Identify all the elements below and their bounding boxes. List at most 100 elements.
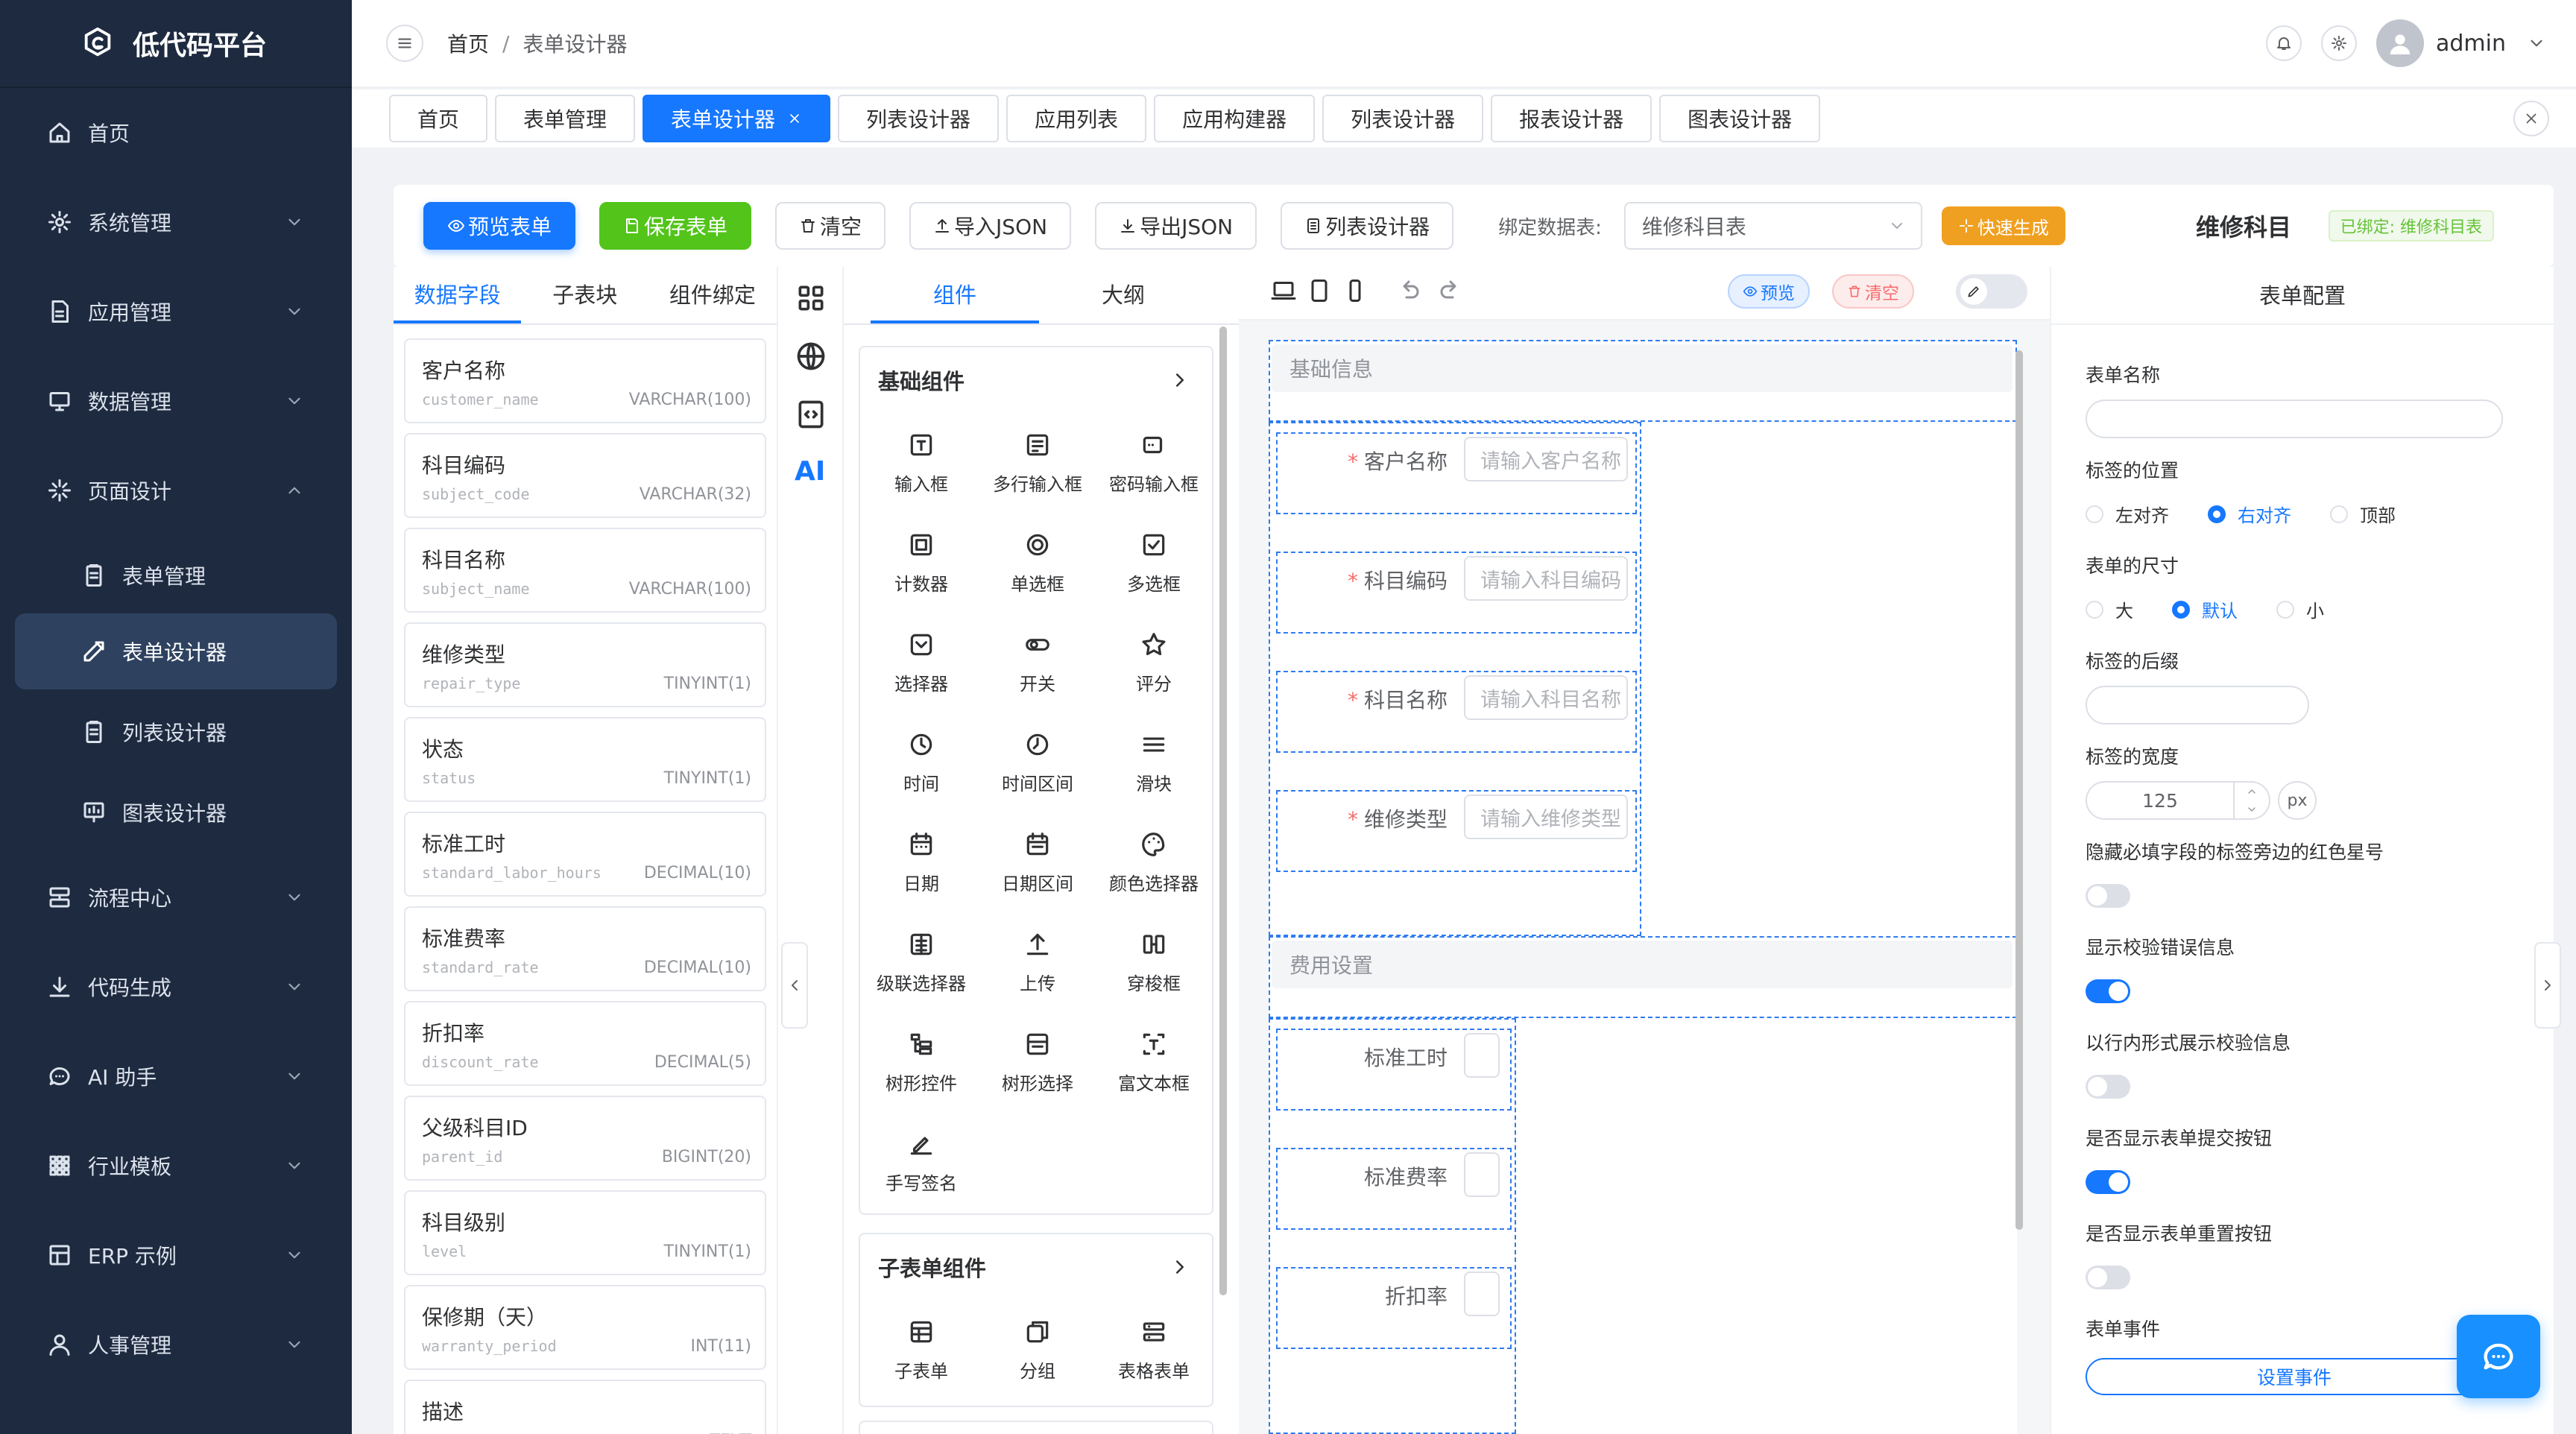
form-item-input[interactable]: 请输入维修类型 — [1464, 795, 1628, 839]
radio-top-align[interactable]: 顶部 — [2330, 501, 2396, 527]
component-item[interactable]: 子表单 — [863, 1300, 979, 1400]
component-item[interactable]: 树形控件 — [863, 1012, 979, 1112]
show-reset-switch[interactable] — [2086, 1266, 2130, 1289]
nav-workflow[interactable]: 流程中心 — [0, 853, 352, 942]
close-icon[interactable] — [787, 111, 802, 126]
redo-icon[interactable] — [1437, 277, 1464, 304]
stepper-arrows[interactable] — [2233, 783, 2269, 818]
component-item[interactable]: 计数器 — [863, 513, 979, 613]
radio-left-align[interactable]: 左对齐 — [2086, 501, 2169, 527]
nav-codegen[interactable]: 代码生成 — [0, 942, 352, 1032]
preview-form-button[interactable]: 预览表单 — [423, 202, 576, 250]
component-item[interactable]: 多行输入框 — [979, 413, 1096, 513]
chevron-down-icon[interactable] — [2235, 800, 2269, 818]
nav-erp[interactable]: ERP 示例 — [0, 1210, 352, 1300]
tab-data-fields[interactable]: 数据字段 — [394, 267, 522, 323]
theme-toggle[interactable] — [1956, 274, 2027, 309]
tab-item[interactable]: 首页 — [389, 95, 488, 142]
field-card[interactable]: 标准工时 standard_labor_hours DECIMAL(10) — [404, 812, 766, 897]
tab-components[interactable]: 组件 — [871, 267, 1039, 323]
tab-subtable-blocks[interactable]: 子表块 — [521, 267, 648, 323]
inline-error-switch[interactable] — [2086, 1075, 2130, 1099]
chat-assistant-button[interactable] — [2457, 1315, 2540, 1398]
component-item[interactable]: 富文本框 — [1096, 1012, 1212, 1112]
nav-system[interactable]: 系统管理 — [0, 177, 352, 267]
nav-apps[interactable]: 应用管理 — [0, 267, 352, 356]
field-card[interactable]: 科目名称 subject_name VARCHAR(100) — [404, 528, 766, 613]
component-item[interactable]: 日期区间 — [979, 812, 1096, 912]
component-item[interactable]: 手写签名 — [863, 1112, 979, 1212]
component-item[interactable]: 级联选择器 — [863, 912, 979, 1012]
bind-table-select[interactable]: 维修科目表 — [1623, 202, 1922, 250]
field-card[interactable]: 维修类型 repair_type TINYINT(1) — [404, 622, 766, 707]
nav-ai[interactable]: AI 助手 — [0, 1032, 352, 1121]
nav-list-designer[interactable]: 列表设计器 — [0, 692, 352, 772]
field-card[interactable]: 标准费率 standard_rate DECIMAL(10) — [404, 906, 766, 991]
label-width-stepper[interactable]: 125 — [2086, 781, 2270, 820]
basic-components-header[interactable]: 基础组件 — [860, 347, 1212, 413]
component-item[interactable]: 表格表单 — [1096, 1300, 1212, 1400]
tab-item[interactable]: 报表设计器 — [1491, 95, 1652, 142]
desktop-icon[interactable] — [1270, 277, 1297, 304]
component-item[interactable]: 评分 — [1096, 613, 1212, 713]
chevron-down-icon[interactable] — [2527, 34, 2546, 53]
chevron-up-icon[interactable] — [2235, 783, 2269, 800]
field-card[interactable]: 折扣率 discount_rate DECIMAL(5) — [404, 1001, 766, 1086]
export-json-button[interactable]: 导出JSON — [1095, 202, 1257, 250]
field-card[interactable]: 父级科目ID parent_id BIGINT(20) — [404, 1096, 766, 1181]
tab-item[interactable]: 应用构建器 — [1154, 95, 1316, 142]
nav-home[interactable]: 首页 — [0, 88, 352, 177]
component-item[interactable]: 输入框 — [863, 413, 979, 513]
tab-item[interactable]: 列表设计器 — [838, 95, 1000, 142]
grid-icon[interactable] — [795, 282, 827, 315]
nav-hr[interactable]: 人事管理 — [0, 1300, 352, 1389]
canvas-clear-button[interactable]: 清空 — [1832, 274, 1914, 309]
design-canvas[interactable]: 基础信息 * 客户名称 请输入客户名称 * 科目编码 请输入科目编码 * 科目名称 请… — [1239, 320, 2050, 1434]
form-item-input[interactable]: 请输入科目名称 — [1464, 675, 1628, 720]
form-item-number-input[interactable] — [1464, 1272, 1500, 1316]
field-card[interactable]: 科目编码 subject_code VARCHAR(32) — [404, 433, 766, 518]
field-card[interactable]: 状态 status TINYINT(1) — [404, 717, 766, 802]
menu-toggle-icon[interactable] — [386, 25, 423, 62]
radio-size-large[interactable]: 大 — [2086, 596, 2133, 622]
component-item[interactable]: 日期 — [863, 812, 979, 912]
component-item[interactable]: 多选框 — [1096, 513, 1212, 613]
nav-page-design[interactable]: 页面设计 — [0, 446, 352, 535]
tab-item[interactable]: 应用列表 — [1006, 95, 1147, 142]
field-card[interactable]: 客户名称 customer_name VARCHAR(100) — [404, 338, 766, 423]
hide-required-switch[interactable] — [2086, 884, 2130, 908]
form-item-input[interactable]: 请输入科目编码 — [1464, 556, 1628, 601]
save-form-button[interactable]: 保存表单 — [599, 202, 752, 250]
tablet-icon[interactable] — [1306, 277, 1333, 304]
nav-chart-designer[interactable]: 图表设计器 — [0, 772, 352, 853]
breadcrumb-home[interactable]: 首页 — [447, 28, 489, 58]
avatar[interactable] — [2376, 19, 2424, 67]
quick-generate-button[interactable]: 快速生成 — [1941, 206, 2065, 245]
collapse-right-handle[interactable] — [2534, 942, 2561, 1029]
component-item[interactable]: 单选框 — [979, 513, 1096, 613]
tab-item[interactable]: 图表设计器 — [1659, 95, 1821, 142]
field-card[interactable]: 保修期（天） warranty_period INT(11) — [404, 1285, 766, 1370]
component-item[interactable]: 开关 — [979, 613, 1096, 713]
list-designer-button[interactable]: 列表设计器 — [1281, 202, 1454, 250]
nav-templates[interactable]: 行业模板 — [0, 1121, 352, 1210]
tab-item[interactable]: 列表设计器 — [1322, 95, 1484, 142]
show-submit-switch[interactable] — [2086, 1170, 2130, 1194]
clear-button[interactable]: 清空 — [775, 202, 886, 250]
component-item[interactable]: 穿梭框 — [1096, 912, 1212, 1012]
nav-form-designer[interactable]: 表单设计器 — [15, 613, 337, 689]
component-item[interactable]: 滑块 — [1096, 713, 1212, 812]
tab-item[interactable]: 表单管理 — [495, 95, 636, 142]
nav-data[interactable]: 数据管理 — [0, 356, 352, 446]
nav-form-manage[interactable]: 表单管理 — [0, 535, 352, 616]
show-error-switch[interactable] — [2086, 979, 2130, 1003]
component-item[interactable]: 时间区间 — [979, 713, 1096, 812]
collapse-left-handle[interactable] — [781, 942, 808, 1029]
component-item[interactable]: 上传 — [979, 912, 1096, 1012]
import-json-button[interactable]: 导入JSON — [909, 202, 1072, 250]
component-item[interactable]: 树形选择 — [979, 1012, 1096, 1112]
component-item[interactable]: 密码输入框 — [1096, 413, 1212, 513]
gear-icon[interactable] — [2321, 25, 2357, 61]
form-item-input[interactable]: 请输入客户名称 — [1464, 437, 1628, 481]
tab-item[interactable]: 表单设计器 — [643, 95, 831, 142]
